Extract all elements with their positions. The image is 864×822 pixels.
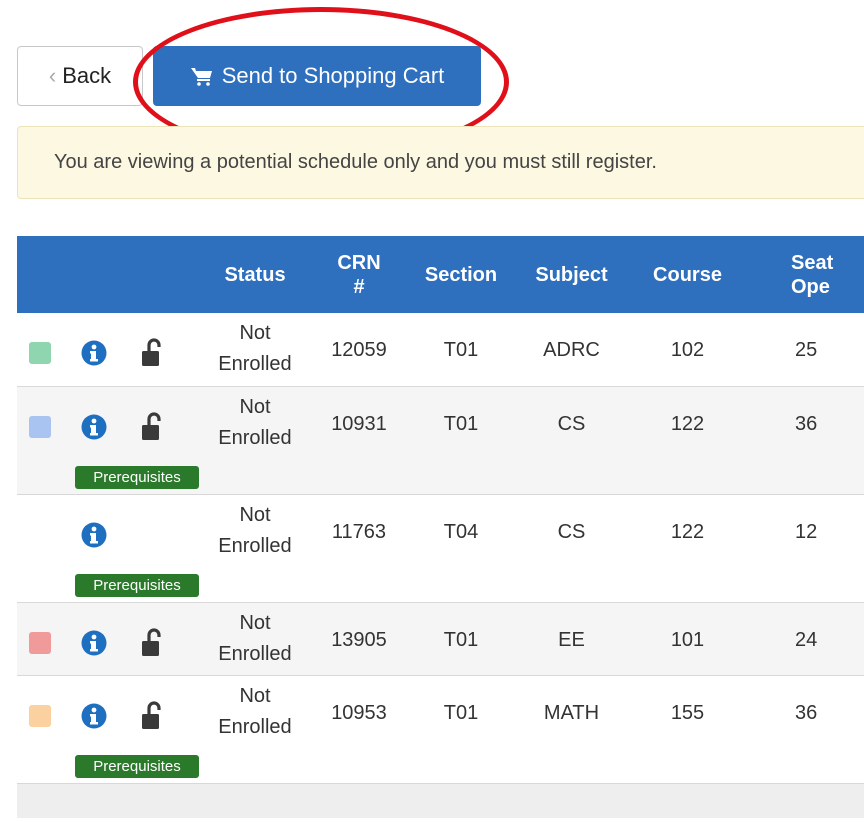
info-icon[interactable] <box>81 414 107 440</box>
status-line1: Not <box>239 503 271 526</box>
status-cell: Not Enrolled <box>203 313 307 386</box>
row-icons <box>17 602 203 675</box>
header-seats-line2: Ope <box>791 275 830 298</box>
chevron-left-icon: ‹ <box>48 63 57 88</box>
course-cell: 101 <box>670 628 705 651</box>
header-crn[interactable]: CRN # <box>307 236 411 313</box>
color-swatch <box>29 704 51 727</box>
status-cell: Not Enrolled <box>203 494 307 602</box>
table-header-row: Status CRN # Section Subject Course Seat… <box>17 236 864 313</box>
course-cell: 122 <box>670 412 705 435</box>
status-cell: Not Enrolled <box>203 386 307 494</box>
prerequisites-badge[interactable]: Prerequisites <box>75 573 199 597</box>
course-cell: 155 <box>670 701 705 724</box>
table-row: Prerequisites Not Enrolled 10931 T01 CS 122 36 <box>17 386 864 494</box>
header-course[interactable]: Course <box>632 236 743 313</box>
color-swatch <box>29 342 51 364</box>
seats-cell: 36 <box>795 701 818 724</box>
info-icon[interactable] <box>81 340 107 366</box>
status-line2: Enrolled <box>218 534 292 557</box>
header-crn-line2: # <box>353 275 365 298</box>
info-icon[interactable] <box>81 703 107 729</box>
schedule-notice: You are viewing a potential schedule onl… <box>17 126 864 199</box>
header-subject[interactable]: Subject <box>511 236 632 313</box>
seats-cell: 36 <box>795 412 818 435</box>
status-line1: Not <box>239 322 271 344</box>
table-row: Prerequisites Not Enrolled 10953 T01 MATH 155 3… <box>17 675 864 783</box>
info-icon[interactable] <box>81 630 107 656</box>
notice-text: You are viewing a potential schedule onl… <box>54 151 657 173</box>
header-seats-line1: Seat <box>791 251 834 274</box>
header-status[interactable]: Status <box>203 236 307 313</box>
crn-cell: 10953 <box>331 701 387 724</box>
header-seats[interactable]: Seat Ope <box>743 236 864 313</box>
header-section[interactable]: Section <box>411 236 511 313</box>
row-icons: Prerequisites <box>17 675 203 783</box>
section-cell: T01 <box>443 412 479 435</box>
course-cell: 122 <box>670 520 705 543</box>
subject-cell: CS <box>557 520 586 543</box>
cart-label: Send to Shopping Cart <box>221 63 445 88</box>
prerequisites-badge[interactable]: Prerequisites <box>75 465 199 489</box>
subject-cell: EE <box>558 628 585 651</box>
subject-cell: CS <box>557 412 586 435</box>
section-cell: T04 <box>443 520 479 543</box>
status-cell: Not Enrolled <box>203 602 307 675</box>
section-cell: T01 <box>443 701 479 724</box>
shopping-cart-icon <box>190 68 212 86</box>
status-line2: Enrolled <box>218 642 292 665</box>
subject-cell: ADRC <box>543 339 600 361</box>
table-footer <box>17 783 864 818</box>
crn-cell: 10931 <box>331 412 387 435</box>
prerequisites-badge[interactable]: Prerequisites <box>75 754 199 778</box>
status-line1: Not <box>239 684 271 707</box>
row-icons: Prerequisites <box>17 386 203 494</box>
unlocked-icon[interactable] <box>141 627 165 658</box>
seats-cell: 24 <box>795 628 818 651</box>
status-line2: Enrolled <box>218 715 292 738</box>
crn-cell: 11763 <box>331 520 387 543</box>
course-cell: 102 <box>670 339 705 361</box>
status-line1: Not <box>239 611 271 634</box>
section-cell: T01 <box>443 339 479 361</box>
send-to-shopping-cart-button[interactable]: Send to Shopping Cart <box>153 46 481 106</box>
unlocked-icon[interactable] <box>141 411 165 442</box>
status-cell: Not Enrolled <box>203 675 307 783</box>
table-row: Not Enrolled 13905 T01 EE 101 24 <box>17 602 864 675</box>
crn-cell: 13905 <box>331 628 387 651</box>
back-button[interactable]: ‹ Back <box>17 46 143 106</box>
subject-cell: MATH <box>543 701 600 724</box>
color-swatch <box>29 415 51 438</box>
section-cell: T01 <box>443 628 479 651</box>
back-label: Back <box>62 63 112 88</box>
unlocked-icon[interactable] <box>141 700 165 731</box>
info-icon[interactable] <box>81 522 107 548</box>
status-line1: Not <box>239 395 271 418</box>
seats-cell: 12 <box>795 520 818 543</box>
unlocked-icon[interactable] <box>141 338 165 368</box>
color-swatch <box>29 631 51 654</box>
seats-cell: 25 <box>795 339 818 361</box>
row-icons: Prerequisites <box>17 494 203 602</box>
status-line2: Enrolled <box>218 426 292 449</box>
status-line2: Enrolled <box>218 353 292 375</box>
header-crn-line1: CRN <box>337 251 381 274</box>
schedule-table: Status CRN # Section Subject Course Seat… <box>17 236 864 818</box>
crn-cell: 12059 <box>331 339 387 361</box>
table-row: Not Enrolled 12059 T01 ADRC 102 25 <box>17 313 864 386</box>
table-row: Prerequisites Not Enrolled 11763 T04 CS 122 12 <box>17 494 864 602</box>
row-icons <box>17 313 203 386</box>
header-icons <box>17 236 203 313</box>
